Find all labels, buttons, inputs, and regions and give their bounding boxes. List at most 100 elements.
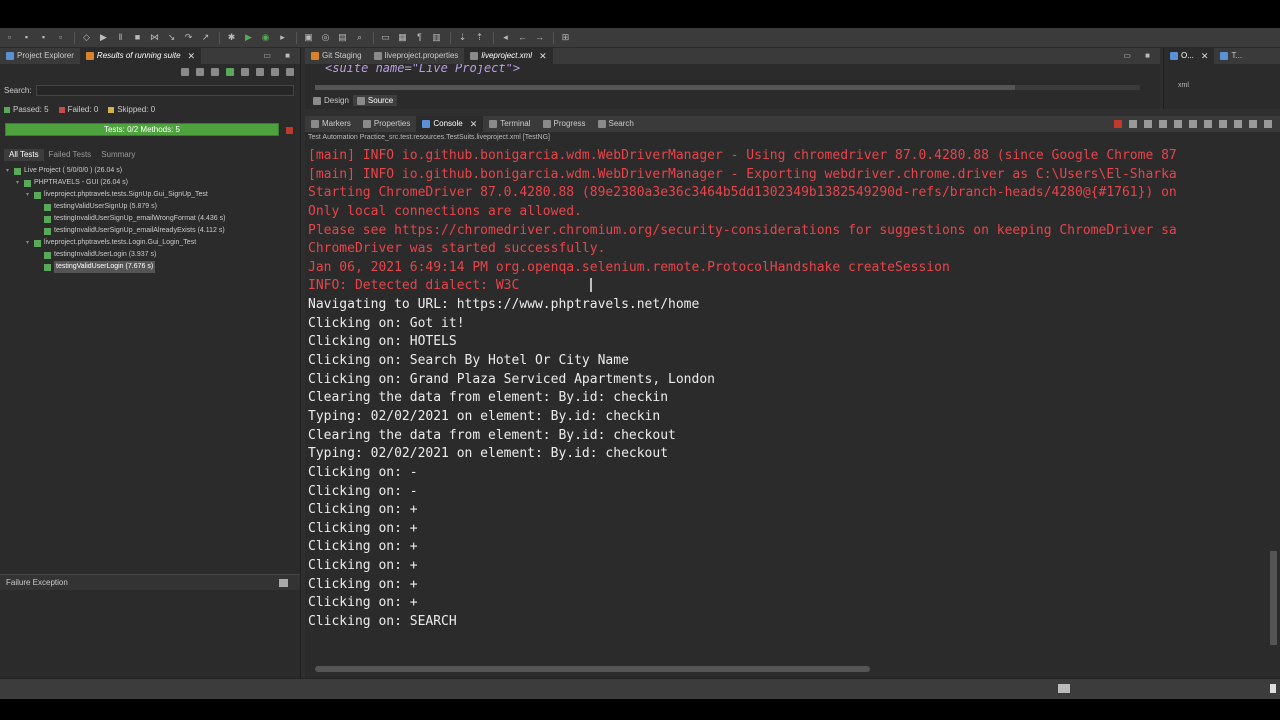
history-icon[interactable] xyxy=(256,68,264,76)
tree-item-class[interactable]: ▾ liveproject.phptravels.tests.SignUp.Gu… xyxy=(6,189,225,201)
scroll-thumb[interactable] xyxy=(1270,551,1277,645)
search-icon[interactable]: ⌕ xyxy=(354,32,365,43)
remove-launch-icon[interactable] xyxy=(1129,120,1137,128)
next-annotation-icon[interactable]: ⇣ xyxy=(457,32,468,43)
disconnect-icon[interactable]: ⋈ xyxy=(149,32,160,43)
console-output[interactable]: [main] INFO io.github.bonigarcia.wdm.Web… xyxy=(308,147,1266,632)
scroll-thumb[interactable] xyxy=(315,666,870,672)
tree-item-test[interactable]: ▾ PHPTRAVELS - GUI (26.04 s) xyxy=(6,177,225,189)
save-icon[interactable]: ▪ xyxy=(21,32,32,43)
word-wrap-icon[interactable] xyxy=(1189,120,1197,128)
search-input[interactable] xyxy=(35,85,294,96)
tab-markers[interactable]: Markers xyxy=(305,116,357,132)
pin-console-icon[interactable] xyxy=(1204,120,1212,128)
tab-design[interactable]: Design xyxy=(309,95,353,106)
tab-summary[interactable]: Summary xyxy=(96,149,140,161)
next-failure-icon[interactable] xyxy=(196,68,204,76)
tree-item-method-selected[interactable]: testingValidUserLogin (7.676 s) xyxy=(6,261,225,273)
outline-item[interactable]: xml xyxy=(1178,82,1189,89)
stop-icon[interactable] xyxy=(286,127,293,134)
tab-console[interactable]: Console ✕ xyxy=(416,116,484,132)
tree-item-suite[interactable]: ▾ Live Project ( 5/0/0/0 ) (26.04 s) xyxy=(6,165,225,177)
new-package-icon[interactable]: ▣ xyxy=(303,32,314,43)
scroll-thumb[interactable] xyxy=(315,85,1015,90)
terminate-icon[interactable] xyxy=(1114,120,1122,128)
expand-icon[interactable]: ▾ xyxy=(26,189,34,201)
close-icon[interactable]: ✕ xyxy=(1201,48,1209,64)
prev-annotation-icon[interactable]: ⇡ xyxy=(474,32,485,43)
remove-all-icon[interactable] xyxy=(1144,120,1152,128)
save-all-icon[interactable]: ▪ xyxy=(38,32,49,43)
close-icon[interactable]: ✕ xyxy=(470,116,478,132)
external-tools-icon[interactable]: ▸ xyxy=(277,32,288,43)
expand-icon[interactable]: ▾ xyxy=(26,237,34,249)
minimize-icon[interactable] xyxy=(1249,120,1257,128)
run-icon[interactable]: ▶ xyxy=(243,32,254,43)
annotation-icon[interactable]: ▥ xyxy=(431,32,442,43)
back-icon[interactable]: ← xyxy=(517,32,528,43)
editor-horizontal-scrollbar[interactable] xyxy=(315,85,1140,90)
rerun-icon[interactable] xyxy=(181,68,189,76)
tab-failed-tests[interactable]: Failed Tests xyxy=(44,149,97,161)
layout-icon[interactable] xyxy=(241,68,249,76)
tab-properties[interactable]: Properties xyxy=(357,116,416,132)
resume-icon[interactable]: ▶ xyxy=(98,32,109,43)
expand-icon[interactable]: ▾ xyxy=(6,165,14,177)
suspend-icon[interactable]: ‖ xyxy=(115,32,126,43)
tab-task-list[interactable]: T... xyxy=(1214,48,1248,64)
tab-liveproject-properties[interactable]: liveproject.properties xyxy=(368,48,465,64)
prev-failure-icon[interactable] xyxy=(211,68,219,76)
block-selection-icon[interactable]: ▦ xyxy=(397,32,408,43)
tab-outline[interactable]: O... ✕ xyxy=(1164,48,1215,64)
clear-console-icon[interactable] xyxy=(1159,120,1167,128)
open-console-icon[interactable] xyxy=(1234,120,1242,128)
close-icon[interactable]: ✕ xyxy=(188,48,196,64)
new-icon[interactable]: ▫ xyxy=(4,32,15,43)
expand-icon[interactable]: ▾ xyxy=(16,177,24,189)
show-whitespace-icon[interactable]: ¶ xyxy=(414,32,425,43)
pin-editor-icon[interactable]: ⊞ xyxy=(560,32,571,43)
tree-item-method[interactable]: testingInvalidUserSignUp_emailWrongForma… xyxy=(6,213,225,225)
console-horizontal-scrollbar[interactable] xyxy=(315,664,1265,673)
display-selected-console-icon[interactable] xyxy=(1219,120,1227,128)
terminate-icon[interactable]: ■ xyxy=(132,32,143,43)
open-type-icon[interactable]: ▤ xyxy=(337,32,348,43)
run-failed-icon[interactable] xyxy=(226,68,234,76)
step-over-icon[interactable]: ↷ xyxy=(183,32,194,43)
window-controls[interactable]: ▭ ■ xyxy=(263,51,296,60)
new-class-icon[interactable]: ◎ xyxy=(320,32,331,43)
coverage-icon[interactable]: ◉ xyxy=(260,32,271,43)
tree-item-method[interactable]: testingValidUserSignUp (5.879 s) xyxy=(6,201,225,213)
maximize-icon[interactable] xyxy=(1264,120,1272,128)
debug-icon[interactable]: ✱ xyxy=(226,32,237,43)
scroll-lock-icon[interactable] xyxy=(1174,120,1182,128)
tab-results-of-running-suite[interactable]: Results of running suite ✕ xyxy=(79,48,202,64)
tab-project-explorer[interactable]: Project Explorer xyxy=(0,48,80,64)
filter-stack-icon[interactable] xyxy=(279,579,288,587)
last-edit-icon[interactable]: ◂ xyxy=(500,32,511,43)
window-controls[interactable]: ▭ ■ xyxy=(1123,51,1156,60)
tree-item-method[interactable]: testingInvalidUserLogin (3.937 s) xyxy=(6,249,225,261)
tab-source[interactable]: Source xyxy=(352,95,398,106)
print-icon[interactable]: ▫ xyxy=(55,32,66,43)
minimize-icon[interactable] xyxy=(271,68,279,76)
skip-breakpoints-icon[interactable]: ◇ xyxy=(81,32,92,43)
tab-all-tests[interactable]: All Tests xyxy=(4,149,44,161)
step-into-icon[interactable]: ↘ xyxy=(166,32,177,43)
console-vertical-scrollbar[interactable] xyxy=(1270,147,1277,663)
tree-item-class[interactable]: ▾ liveproject.phptravels.tests.Login.Gui… xyxy=(6,237,225,249)
tab-progress[interactable]: Progress xyxy=(537,116,592,132)
tab-git-staging[interactable]: Git Staging xyxy=(305,48,368,64)
step-return-icon[interactable]: ↗ xyxy=(200,32,211,43)
forward-icon[interactable]: → xyxy=(534,32,545,43)
tab-terminal[interactable]: Terminal xyxy=(483,116,536,132)
view-menu-icon[interactable] xyxy=(286,68,294,76)
tab-search[interactable]: Search xyxy=(592,116,640,132)
close-icon[interactable]: ✕ xyxy=(539,48,547,64)
code-line[interactable]: <suite name="Live Project"> xyxy=(325,64,520,74)
tree-item-method[interactable]: testingInvalidUserSignUp_emailAlreadyExi… xyxy=(6,225,225,237)
tab-liveproject-xml[interactable]: liveproject.xml ✕ xyxy=(464,48,553,64)
status-icon[interactable] xyxy=(1058,684,1070,693)
toggle-mark-icon[interactable]: ▭ xyxy=(380,32,391,43)
tip-icon[interactable] xyxy=(1270,684,1276,693)
